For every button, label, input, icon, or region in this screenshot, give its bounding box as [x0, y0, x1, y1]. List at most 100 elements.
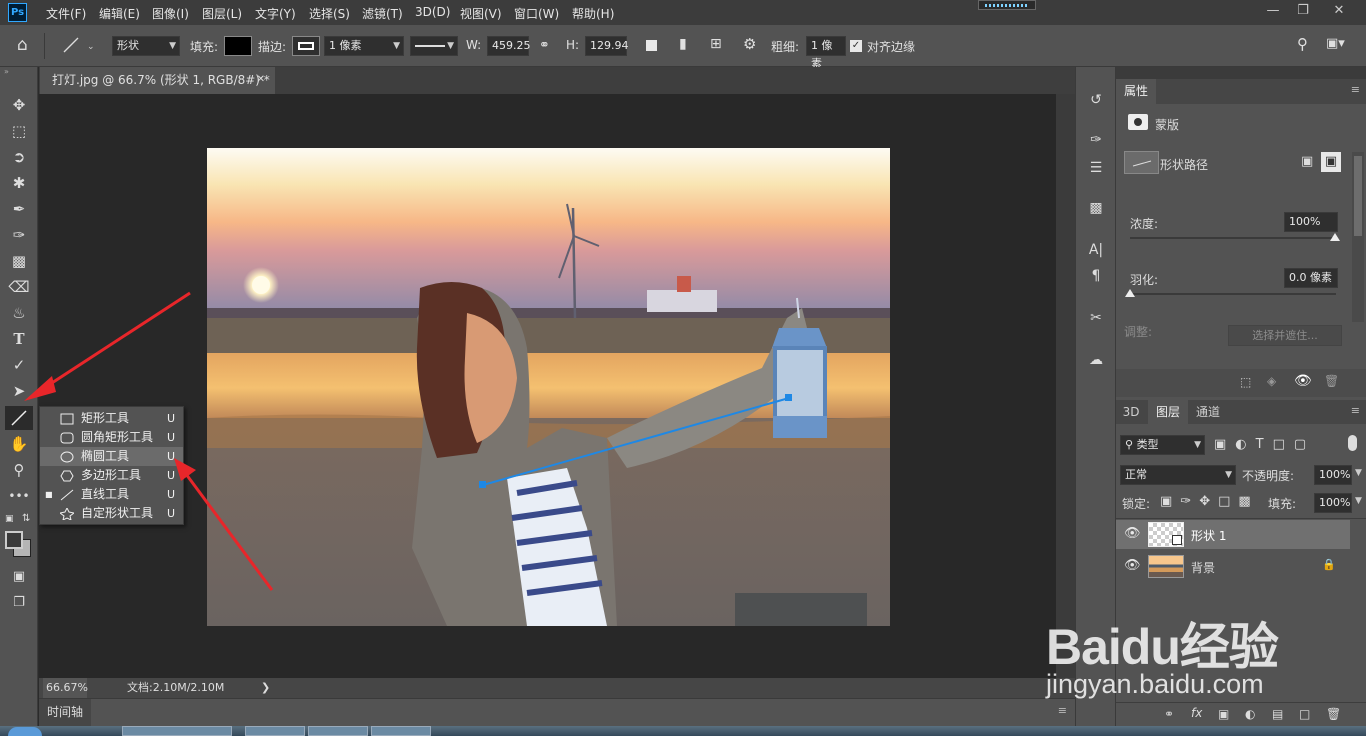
workspace-icon[interactable]: ▣▾	[1326, 36, 1345, 51]
apply-mask-icon[interactable]: ◈	[1267, 374, 1276, 388]
mask-label: 蒙版	[1155, 118, 1180, 132]
blend-mode-dropdown[interactable]: 正常 ▼	[1120, 465, 1236, 485]
load-selection-icon[interactable]: ⬚	[1240, 375, 1251, 389]
panel-menu-icon[interactable]: ≡	[1351, 83, 1360, 96]
opacity-input[interactable]: 100%	[1314, 465, 1352, 485]
layer-row[interactable]: 👁 形状 1	[1116, 520, 1350, 549]
group-icon[interactable]: ▤	[1272, 707, 1283, 721]
visibility-icon[interactable]: 👁	[1294, 373, 1312, 389]
add-vector-mask-icon[interactable]: ▣	[1321, 152, 1341, 172]
add-pixel-mask-icon[interactable]: ▣	[1301, 154, 1313, 169]
type-filter-icon: T	[1255, 437, 1273, 452]
tab-3d[interactable]: 3D	[1116, 400, 1146, 424]
eye-icon[interactable]: 👁	[1124, 558, 1141, 573]
start-button[interactable]	[8, 727, 42, 736]
search-bar-handle[interactable]	[978, 0, 1036, 10]
menu-3d[interactable]: 3D(D)	[415, 5, 450, 19]
taskbar-item[interactable]	[308, 726, 368, 736]
layer-thumbnail	[1148, 522, 1184, 547]
zoom-level[interactable]: 66.67%	[43, 678, 88, 698]
layer-name: 背景	[1191, 561, 1216, 575]
density-input[interactable]: 100%	[1284, 212, 1338, 232]
density-slider-handle[interactable]	[1330, 233, 1340, 241]
align-edges-checkbox[interactable]: ✓	[850, 40, 862, 52]
stroke-width-dropdown[interactable]: 1 像素 ▼	[324, 36, 404, 56]
delete-icon[interactable]: 🗑	[1324, 374, 1339, 388]
gear-icon[interactable]: ⚙	[743, 35, 756, 53]
eye-icon[interactable]: 👁	[1124, 526, 1141, 541]
path-operations-icon[interactable]	[646, 40, 657, 51]
add-mask-icon[interactable]: ▣	[1218, 707, 1229, 721]
lock-pixels-icon: ✑	[1180, 494, 1200, 509]
minimize-icon[interactable]: —	[1258, 0, 1288, 25]
filter-toggle-icon[interactable]	[1348, 435, 1357, 451]
image-filter-icon: ▣	[1214, 437, 1236, 452]
layers-menu-icon[interactable]: ≡	[1351, 404, 1360, 417]
link-icon[interactable]: ⚭	[539, 38, 550, 53]
taskbar-item[interactable]	[122, 726, 232, 736]
fx-icon[interactable]: fx	[1191, 706, 1202, 720]
layer-thumbnail	[1148, 555, 1184, 578]
opacity-dropdown-icon[interactable]: ▼	[1355, 468, 1362, 478]
taskbar-item[interactable]	[371, 726, 431, 736]
document-size: 文档:2.10M/2.10M	[127, 681, 225, 694]
layer-filter-icons[interactable]: ▣◐T□▢	[1214, 437, 1315, 452]
height-input[interactable]: 129.94	[585, 36, 629, 56]
feather-input[interactable]: 0.0 像素	[1284, 268, 1338, 288]
feather-slider-handle[interactable]	[1125, 289, 1135, 297]
stroke-type-dropdown[interactable]: ▼	[410, 36, 458, 56]
layer-filter-dropdown[interactable]: ⚲ 类型 ▼	[1120, 435, 1205, 455]
menu-filter[interactable]: 滤镜(T)	[362, 5, 403, 22]
paragraph-icon[interactable]: ¶	[1084, 264, 1108, 288]
new-layer-icon[interactable]: □	[1299, 707, 1310, 721]
path-arrangement-icon[interactable]: ⊞	[710, 36, 722, 52]
menu-window[interactable]: 窗口(W)	[514, 5, 559, 22]
lock-icons[interactable]: ▣✑✥□▩	[1160, 494, 1259, 509]
density-slider[interactable]	[1130, 237, 1336, 239]
select-and-mask-button[interactable]: 选择并遮住...	[1228, 325, 1342, 346]
weight-input[interactable]: 1 像素	[806, 36, 846, 70]
width-input[interactable]: 459.25	[487, 36, 531, 56]
taskbar-item[interactable]	[245, 726, 305, 736]
properties-scrollbar[interactable]	[1352, 152, 1364, 322]
feather-slider[interactable]	[1130, 293, 1336, 295]
menu-view[interactable]: 视图(V)	[460, 5, 502, 22]
layer-row[interactable]: 👁 背景 🔒	[1116, 552, 1350, 581]
properties-footer: ⬚ ◈ 👁 🗑	[1116, 369, 1366, 397]
delete-layer-icon[interactable]: 🗑	[1326, 707, 1341, 721]
close-icon[interactable]: ✕	[1324, 0, 1354, 25]
line-anchor-end	[785, 394, 792, 401]
shape-path-label: 形状路径	[1160, 158, 1209, 172]
align-edges-label: 对齐边缘	[867, 40, 916, 54]
tab-layers[interactable]: 图层	[1148, 400, 1188, 424]
height-label: H:	[566, 38, 580, 52]
link-layers-icon[interactable]: ⚭	[1164, 707, 1174, 721]
menu-help[interactable]: 帮助(H)	[572, 5, 614, 22]
fill-input[interactable]: 100%	[1314, 493, 1352, 513]
search-icon[interactable]: ⚲	[1297, 35, 1308, 53]
shape-filter-icon: □	[1272, 437, 1294, 452]
restore-icon[interactable]: ❐	[1288, 0, 1318, 25]
history-icon[interactable]: ↺	[1084, 88, 1108, 112]
opacity-label: 不透明度:	[1242, 469, 1295, 483]
path-alignment-icon[interactable]: ▮	[679, 36, 687, 52]
character-icon[interactable]: A|	[1084, 238, 1108, 262]
adjustments-icon[interactable]: ☰	[1084, 156, 1108, 180]
clone-source-icon[interactable]: ▩	[1084, 196, 1108, 220]
status-menu-icon[interactable]: ❯	[261, 678, 270, 698]
fill-dropdown-icon[interactable]: ▼	[1355, 496, 1362, 506]
shape-path-thumbnail	[1124, 151, 1159, 174]
tab-channels[interactable]: 通道	[1188, 400, 1228, 424]
adjustment-layer-icon[interactable]: ◐	[1245, 707, 1255, 721]
tools-icon[interactable]: ✂	[1084, 306, 1108, 330]
tab-properties[interactable]: 属性	[1116, 79, 1156, 104]
red-arrow-1	[37, 291, 191, 394]
timeline-panel: 时间轴 ≡	[39, 698, 1075, 726]
mask-icon[interactable]	[1128, 114, 1148, 130]
feather-label: 羽化:	[1130, 273, 1159, 287]
brush-settings-icon[interactable]: ✑	[1084, 128, 1108, 152]
weight-label: 粗细:	[771, 40, 800, 54]
search-icon: ⚲	[1125, 438, 1137, 451]
libraries-icon[interactable]: ☁	[1084, 348, 1108, 372]
timeline-tab[interactable]: 时间轴	[39, 699, 91, 726]
